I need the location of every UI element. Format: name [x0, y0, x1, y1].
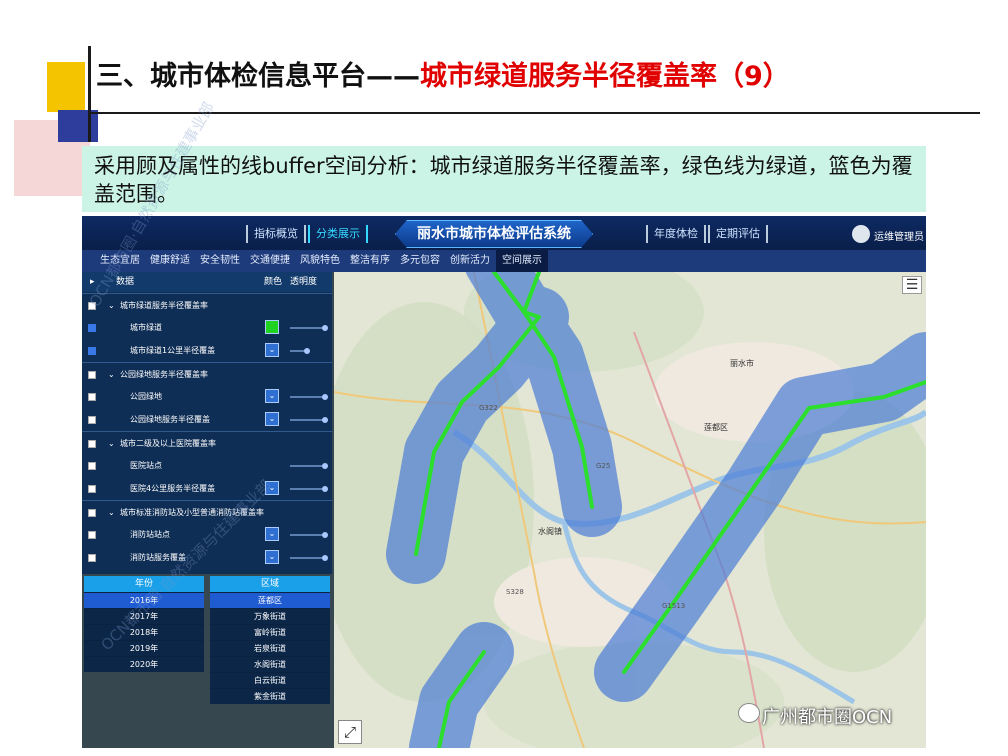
- district-item[interactable]: 水阁街道: [210, 656, 330, 672]
- nav-item-order[interactable]: 整洁有序: [344, 250, 396, 272]
- user-name[interactable]: 运维管理员: [874, 228, 924, 243]
- layer-row-park-buffer[interactable]: 公园绿地服务半径覆盖 ⌄: [82, 408, 332, 431]
- district-item[interactable]: 富岭街道: [210, 624, 330, 640]
- color-swatch[interactable]: ⌄: [265, 527, 279, 541]
- opacity-slider[interactable]: [290, 463, 328, 469]
- nav-item-innovation[interactable]: 创新活力: [444, 250, 496, 272]
- decor-blue-block: [58, 110, 98, 142]
- app-nav: 生态宜居 健康舒适 安全韧性 交通便捷 风貌特色 整洁有序 多元包容 创新活力 …: [82, 250, 926, 272]
- layer-group-park[interactable]: ⌄ 公园绿地服务半径覆盖率: [82, 362, 332, 385]
- nav-item-inclusive[interactable]: 多元包容: [394, 250, 446, 272]
- map-canvas: 丽水市 莲都区 水阁镇 G322 G25 S328 G1513: [334, 272, 926, 748]
- nav-item-health[interactable]: 健康舒适: [144, 250, 196, 272]
- district-item[interactable]: 莲都区: [210, 592, 330, 608]
- layer-checkbox[interactable]: [88, 554, 96, 562]
- map-label-liandu: 莲都区: [704, 422, 728, 432]
- layer-group-label: 城市二级及以上医院覆盖率: [120, 439, 216, 448]
- layer-label: 公园绿地服务半径覆盖: [130, 415, 210, 424]
- chevron-down-icon[interactable]: ⌄: [108, 363, 115, 386]
- map-label-g1513: G1513: [662, 602, 685, 610]
- header-button-category[interactable]: 分类展示: [308, 225, 368, 243]
- nav-item-safety[interactable]: 安全韧性: [194, 250, 246, 272]
- map-view[interactable]: 丽水市 莲都区 水阁镇 G322 G25 S328 G1513 ☰ ⤢: [334, 272, 926, 748]
- map-label-lishui: 丽水市: [730, 358, 754, 368]
- layer-checkbox[interactable]: [88, 393, 96, 401]
- opacity-slider[interactable]: [290, 417, 328, 423]
- avatar[interactable]: [852, 225, 870, 243]
- color-swatch[interactable]: ⌄: [265, 343, 279, 357]
- wechat-icon: [738, 703, 760, 723]
- district-table-header: 区域: [210, 576, 330, 592]
- app-title: 丽水市城市体检评估系统: [395, 220, 593, 248]
- opacity-slider[interactable]: [290, 348, 310, 354]
- layer-checkbox[interactable]: [88, 531, 96, 539]
- slide-title-prefix: 三、城市体检信息平台——: [96, 61, 420, 92]
- layer-checkbox[interactable]: [88, 485, 96, 493]
- header-button-overview[interactable]: 指标概览: [246, 225, 306, 243]
- layer-group-greenway[interactable]: ⌄ 城市绿道服务半径覆盖率: [82, 293, 332, 316]
- decor-horizontal-line: [88, 112, 980, 114]
- layer-group-fire-station[interactable]: ⌄ 城市标准消防站及小型普通消防站覆盖率: [82, 500, 332, 523]
- opacity-slider[interactable]: [290, 486, 328, 492]
- header-button-annual[interactable]: 年度体检: [646, 225, 706, 243]
- app-header: 指标概览 分类展示 丽水市城市体检评估系统 年度体检 定期评估 运维管理员: [82, 216, 926, 250]
- map-label-shuige: 水阁镇: [538, 526, 562, 536]
- district-table: 区域 莲都区 万象街道 富岭街道 岩泉街道 水阁街道 白云街道 紫金街道: [210, 576, 330, 704]
- district-item[interactable]: 紫金街道: [210, 688, 330, 704]
- opacity-slider[interactable]: [290, 532, 328, 538]
- layer-row-hospital-buffer[interactable]: 医院4公里服务半径覆盖 ⌄: [82, 477, 332, 500]
- layer-row-park[interactable]: 公园绿地 ⌄: [82, 385, 332, 408]
- district-item[interactable]: 岩泉街道: [210, 640, 330, 656]
- layer-label: 医院4公里服务半径覆盖: [130, 484, 216, 493]
- header-color: 颜色: [264, 277, 283, 287]
- color-swatch[interactable]: ⌄: [265, 412, 279, 426]
- map-label-g322: G322: [479, 404, 498, 412]
- chevron-down-icon[interactable]: ⌄: [108, 432, 115, 455]
- layer-label: 消防站站点: [130, 530, 170, 539]
- nav-item-style[interactable]: 风貌特色: [294, 250, 346, 272]
- district-item[interactable]: 白云街道: [210, 672, 330, 688]
- layer-checkbox[interactable]: [88, 347, 96, 355]
- opacity-slider[interactable]: [290, 394, 328, 400]
- map-menu-icon[interactable]: ☰: [902, 276, 922, 294]
- layer-checkbox[interactable]: [88, 371, 96, 379]
- header-opacity: 透明度: [290, 277, 318, 287]
- decor-vertical-line: [88, 46, 91, 142]
- opacity-slider[interactable]: [290, 325, 328, 331]
- nav-item-traffic[interactable]: 交通便捷: [244, 250, 296, 272]
- opacity-slider[interactable]: [290, 555, 328, 561]
- layer-group-hospital[interactable]: ⌄ 城市二级及以上医院覆盖率: [82, 431, 332, 454]
- chevron-down-icon[interactable]: ⌄: [108, 501, 115, 524]
- layer-row-greenway-buffer[interactable]: 城市绿道1公里半径覆盖 ⌄: [82, 339, 332, 362]
- district-item[interactable]: 万象街道: [210, 608, 330, 624]
- layer-label: 公园绿地: [130, 392, 162, 401]
- map-label-s328: S328: [506, 588, 524, 596]
- layer-group-label: 公园绿地服务半径覆盖率: [120, 370, 208, 379]
- nav-item-spatial[interactable]: 空间展示: [496, 250, 548, 272]
- slide-title: 三、城市体检信息平台——城市绿道服务半径覆盖率（9）: [96, 54, 790, 93]
- layer-checkbox[interactable]: [88, 462, 96, 470]
- layer-row-greenway[interactable]: 城市绿道: [82, 316, 332, 339]
- wechat-account: 广州都市圈OCN: [762, 707, 893, 728]
- layer-checkbox[interactable]: [88, 440, 96, 448]
- map-label-g25: G25: [596, 462, 610, 470]
- layer-checkbox[interactable]: [88, 509, 96, 517]
- layer-checkbox[interactable]: [88, 416, 96, 424]
- header-button-periodic[interactable]: 定期评估: [708, 225, 768, 243]
- layer-label: 医院站点: [130, 461, 162, 470]
- layer-label: 城市绿道: [130, 323, 162, 332]
- decor-yellow-block: [47, 62, 85, 112]
- color-swatch[interactable]: ⌄: [265, 389, 279, 403]
- year-item[interactable]: 2020年: [84, 656, 204, 672]
- slide-subtitle: 采用顾及属性的线buffer空间分析：城市绿道服务半径覆盖率，绿色线为绿道，篮色…: [82, 146, 926, 212]
- layer-checkbox[interactable]: [88, 324, 96, 332]
- layer-row-hospital[interactable]: 医院站点: [82, 454, 332, 477]
- color-swatch[interactable]: ⌄: [265, 550, 279, 564]
- expand-icon[interactable]: ⤢: [338, 720, 362, 744]
- app-screenshot: 指标概览 分类展示 丽水市城市体检评估系统 年度体检 定期评估 运维管理员 生态…: [82, 216, 926, 748]
- layer-label: 城市绿道1公里半径覆盖: [130, 346, 216, 355]
- slide-title-highlight: 城市绿道服务半径覆盖率（9）: [420, 61, 790, 92]
- color-swatch[interactable]: [265, 320, 279, 334]
- layer-group-label: 城市绿道服务半径覆盖率: [120, 301, 208, 310]
